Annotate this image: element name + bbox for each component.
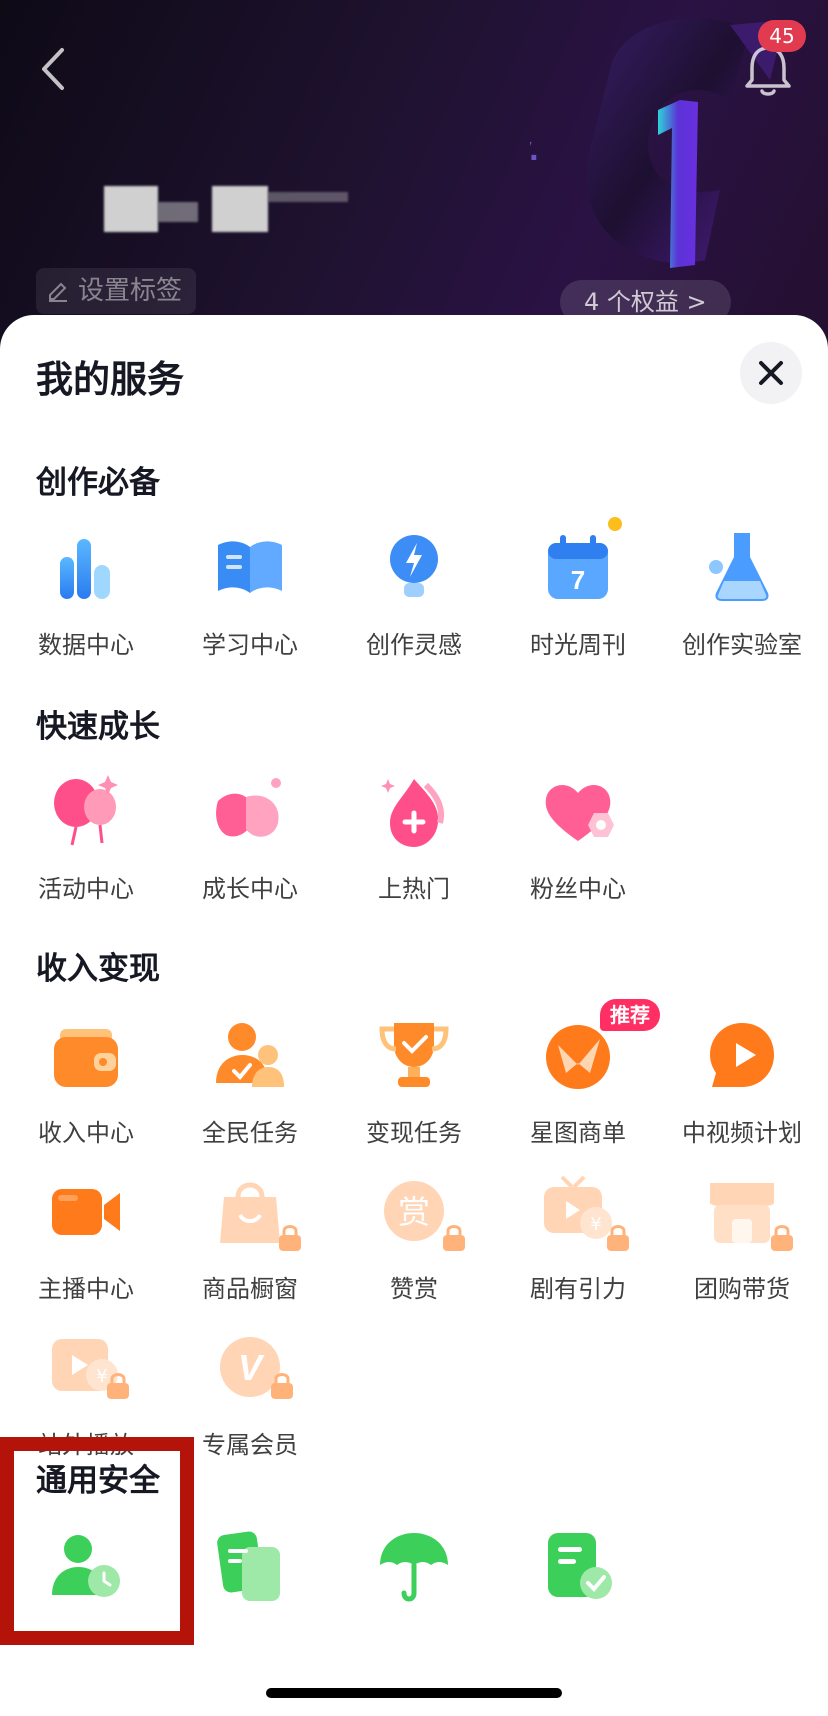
flask-icon (709, 533, 769, 601)
service-label: 学习中心 (202, 631, 298, 659)
service-label: 粉丝中心 (530, 875, 626, 903)
service-item-growth-center[interactable]: 成长中心 (168, 771, 332, 921)
lock-icon (443, 1225, 465, 1251)
service-label: 星图商单 (530, 1119, 626, 1147)
umbrella-icon (380, 1533, 448, 1602)
service-item-activity-center[interactable]: 活动中心 (4, 771, 168, 921)
service-item-learning-center[interactable]: 学习中心 (168, 527, 332, 677)
calendar-day: 7 (571, 565, 585, 595)
balloon-icon (54, 775, 118, 846)
profile-header: Lv. 45 设置标签 4 个权益 > (0, 0, 828, 340)
set-tag-label: 设置标签 (78, 276, 183, 306)
lightbulb-icon (390, 535, 438, 597)
sheet-title: 我的服务 (36, 358, 184, 401)
section-title-monetization: 收入变现 (36, 951, 160, 987)
highlight-annotation-box (0, 1437, 194, 1645)
service-item-protection[interactable] (332, 1527, 496, 1677)
new-dot (608, 517, 622, 531)
service-label: 活动中心 (38, 875, 134, 903)
leaf-icon (216, 778, 281, 837)
flame-icon (381, 779, 444, 847)
lock-icon (279, 1225, 301, 1251)
lock-icon (607, 1225, 629, 1251)
service-label: 全民任务 (202, 1119, 298, 1147)
my-services-sheet: 我的服务 创作必备 数据中心 学习中心 创作灵感 7 时光周刊 创作实验室 快速… (0, 315, 828, 1716)
service-label: 创作灵感 (366, 631, 462, 659)
coin-glyph: ¥ (590, 1214, 601, 1235)
close-button[interactable] (740, 342, 802, 404)
play-icon (710, 1023, 774, 1087)
service-item-time-weekly[interactable]: 7 时光周刊 (496, 517, 660, 677)
username-redacted (104, 186, 364, 234)
reward-glyph: 赏 (398, 1193, 430, 1231)
service-label: 团购带货 (694, 1275, 790, 1303)
service-label: 数据中心 (38, 631, 134, 659)
service-item-streamer-center[interactable]: 主播中心 (4, 1171, 168, 1321)
pencil-icon (49, 282, 67, 302)
vip-glyph: V (238, 1347, 265, 1388)
book-icon (218, 541, 282, 593)
service-label: 商品橱窗 (202, 1275, 298, 1303)
service-item-product-showcase[interactable]: 商品橱窗 (168, 1171, 332, 1321)
home-indicator (266, 1688, 562, 1698)
service-item-drama-gravity[interactable]: ¥ 剧有引力 (496, 1171, 660, 1321)
notification-count-badge: 45 (758, 20, 806, 52)
service-item-group-buy[interactable]: 团购带货 (660, 1171, 824, 1321)
service-item-star-map-orders[interactable]: 推荐 星图商单 (496, 999, 660, 1165)
back-icon[interactable] (34, 44, 74, 94)
section-title-growth: 快速成长 (36, 709, 160, 745)
lock-icon (107, 1373, 129, 1399)
video-camera-icon (52, 1189, 120, 1235)
section-title-creation: 创作必备 (36, 465, 160, 501)
service-label: 主播中心 (38, 1275, 134, 1303)
service-item-task-for-all[interactable]: 全民任务 (168, 1015, 332, 1165)
service-item-verified-docs[interactable] (496, 1527, 660, 1677)
service-label: 上热门 (378, 875, 450, 903)
service-item-monetize-task[interactable]: 变现任务 (332, 1015, 496, 1165)
bar-chart-icon (60, 539, 110, 599)
service-item-inspiration[interactable]: 创作灵感 (332, 527, 496, 677)
recommend-badge: 推荐 (600, 999, 660, 1031)
service-item-data-center[interactable]: 数据中心 (4, 527, 168, 677)
verified-doc-icon (548, 1533, 612, 1599)
lock-icon (271, 1373, 293, 1399)
calendar-icon: 7 (548, 535, 608, 599)
set-tag-button[interactable]: 设置标签 (36, 268, 197, 314)
service-label: 成长中心 (202, 875, 298, 903)
service-label: 赞赏 (390, 1275, 438, 1303)
service-item-mid-video-plan[interactable]: 中视频计划 (660, 1015, 824, 1165)
heart-icon (545, 785, 614, 841)
service-item-income-center[interactable]: 收入中心 (4, 1015, 168, 1165)
service-item-reward[interactable]: 赏 赞赏 (332, 1171, 496, 1321)
service-label: 剧有引力 (530, 1275, 626, 1303)
service-label: 时光周刊 (530, 631, 626, 659)
trophy-icon (379, 1023, 449, 1087)
wallet-icon (54, 1029, 118, 1087)
close-icon (759, 361, 783, 385)
service-item-trending[interactable]: 上热门 (332, 771, 496, 921)
service-item-creative-lab[interactable]: 创作实验室 (660, 527, 824, 677)
service-item-fans-center[interactable]: 粉丝中心 (496, 771, 660, 921)
lock-icon (771, 1225, 793, 1251)
service-label: 中视频计划 (682, 1119, 802, 1147)
service-label: 变现任务 (366, 1119, 462, 1147)
service-label: 收入中心 (38, 1119, 134, 1147)
users-icon (216, 1023, 284, 1087)
documents-icon (217, 1531, 280, 1601)
level-label: Lv. (530, 130, 539, 168)
service-label: 创作实验室 (682, 631, 802, 659)
